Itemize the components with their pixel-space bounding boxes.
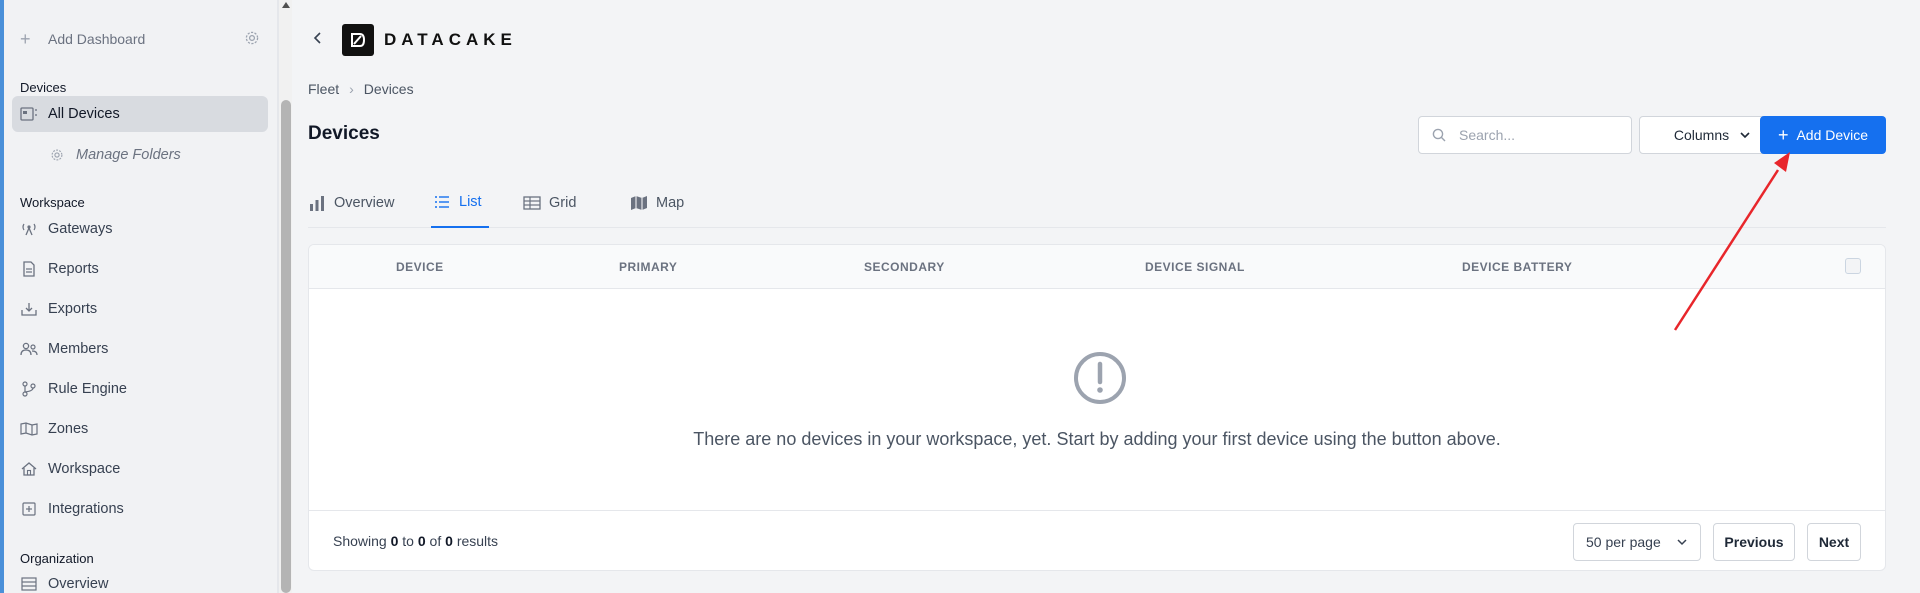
sidebar-scrollbar[interactable] <box>278 0 292 593</box>
results-word: results <box>456 533 499 549</box>
sidebar-item-zones[interactable]: Zones <box>12 411 268 447</box>
table-footer: Showing 0 to 0 of 0 results 50 per page … <box>309 510 1885 570</box>
add-device-button[interactable]: + Add Device <box>1760 116 1886 154</box>
column-header-device[interactable]: DEVICE <box>396 260 444 274</box>
search-icon <box>1432 128 1446 142</box>
gear-icon <box>48 146 66 164</box>
chevron-down-icon <box>1677 539 1687 546</box>
sidebar-item-rule-engine[interactable]: Rule Engine <box>12 371 268 407</box>
bar-chart-icon <box>310 196 324 211</box>
antenna-icon <box>20 220 38 238</box>
sidebar-item-label: Reports <box>48 261 99 277</box>
sidebar-item-label: Overview <box>48 576 109 592</box>
users-icon <box>20 340 38 358</box>
per-page-value: 50 per page <box>1586 534 1661 550</box>
main-content: DATACAKE Fleet › Devices Devices Columns… <box>292 0 1920 593</box>
sidebar-item-reports[interactable]: Reports <box>12 251 268 287</box>
next-page-button[interactable]: Next <box>1807 523 1861 561</box>
sidebar-item-label: All Devices <box>48 106 120 122</box>
previous-page-button[interactable]: Previous <box>1713 523 1795 561</box>
page-title: Devices <box>308 123 380 144</box>
sidebar-item-label: Rule Engine <box>48 381 127 397</box>
search-input[interactable] <box>1459 127 1619 143</box>
column-header-device-signal[interactable]: DEVICE SIGNAL <box>1145 260 1245 274</box>
columns-label: Columns <box>1673 127 1730 143</box>
breadcrumb-devices[interactable]: Devices <box>364 81 414 97</box>
of-word: of <box>429 533 442 549</box>
column-header-device-battery[interactable]: DEVICE BATTERY <box>1462 260 1572 274</box>
map-icon <box>20 420 38 438</box>
table-icon <box>20 575 38 593</box>
tab-label: Grid <box>549 195 577 211</box>
sidebar-item-overview[interactable]: Overview <box>12 566 268 593</box>
document-icon <box>20 260 38 278</box>
map-icon <box>631 196 647 210</box>
pagination-summary: Showing 0 to 0 of 0 results <box>333 533 498 549</box>
select-all-checkbox[interactable] <box>1845 258 1861 274</box>
sidebar-item-label: Workspace <box>48 461 121 477</box>
sidebar-item-label: Integrations <box>48 501 124 517</box>
search-box[interactable] <box>1418 116 1632 154</box>
sidebar-item-label: Gateways <box>48 221 113 237</box>
plus-icon: + <box>20 28 31 49</box>
sidebar: + Add Dashboard Devices All Devices Mana… <box>0 0 278 593</box>
sidebar-item-manage-folders[interactable]: Manage Folders <box>12 137 268 173</box>
sidebar-item-label: Members <box>48 341 109 357</box>
list-icon <box>435 196 449 208</box>
plus-icon: + <box>1777 125 1789 145</box>
scrollbar-thumb[interactable] <box>281 100 291 593</box>
showing-from: 0 <box>390 533 399 549</box>
section-workspace: Workspace <box>20 195 85 210</box>
to-word: to <box>402 533 414 549</box>
devices-table: DEVICE PRIMARY SECONDARY DEVICE SIGNAL D… <box>308 244 1886 571</box>
sidebar-item-workspace[interactable]: Workspace <box>12 451 268 487</box>
home-icon <box>20 460 38 478</box>
add-device-label: Add Device <box>1796 127 1869 143</box>
breadcrumb: Fleet › Devices <box>308 81 414 97</box>
back-chevron-icon[interactable] <box>310 30 326 46</box>
tab-grid[interactable]: Grid <box>523 178 576 228</box>
scroll-up-arrow-icon[interactable] <box>282 2 290 8</box>
tab-list[interactable]: List <box>431 178 489 228</box>
sidebar-item-integrations[interactable]: Integrations <box>12 491 268 527</box>
column-header-primary[interactable]: PRIMARY <box>619 260 677 274</box>
column-header-secondary[interactable]: SECONDARY <box>864 260 945 274</box>
sidebar-item-exports[interactable]: Exports <box>12 291 268 327</box>
tab-label: List <box>459 194 482 210</box>
showing-total: 0 <box>445 533 453 549</box>
showing-prefix: Showing <box>333 533 387 549</box>
table-header: DEVICE PRIMARY SECONDARY DEVICE SIGNAL D… <box>309 245 1885 289</box>
tab-overview[interactable]: Overview <box>308 178 394 228</box>
sidebar-item-label: Exports <box>48 301 98 317</box>
empty-state-message: There are no devices in your workspace, … <box>693 429 1501 449</box>
plus-box-icon <box>20 500 38 518</box>
section-devices: Devices <box>20 80 67 95</box>
chevron-down-icon <box>1740 132 1750 139</box>
sidebar-item-gateways[interactable]: Gateways <box>12 211 268 247</box>
tab-label: Map <box>656 195 685 211</box>
view-tabs: Overview List Grid Map <box>308 178 1886 228</box>
showing-to: 0 <box>417 533 426 549</box>
sidebar-item-label: Manage Folders <box>76 147 181 163</box>
chevron-right-icon: › <box>349 81 354 97</box>
add-dashboard-label: Add Dashboard <box>48 31 146 47</box>
device-icon <box>20 105 38 123</box>
brand-name: DATACAKE <box>384 30 517 49</box>
branch-icon <box>20 380 38 398</box>
section-organization: Organization <box>20 551 94 566</box>
exclamation-circle-icon <box>1074 352 1126 404</box>
gear-icon[interactable] <box>244 30 260 46</box>
grid-icon <box>523 196 541 210</box>
sidebar-item-members[interactable]: Members <box>12 331 268 367</box>
sidebar-item-all-devices[interactable]: All Devices <box>12 96 268 132</box>
add-dashboard-button[interactable]: + Add Dashboard <box>20 28 260 50</box>
tab-map[interactable]: Map <box>630 178 684 228</box>
tab-label: Overview <box>334 195 395 211</box>
breadcrumb-fleet[interactable]: Fleet <box>308 81 339 97</box>
per-page-select[interactable]: 50 per page <box>1573 523 1701 561</box>
datacake-logo-icon <box>342 24 374 56</box>
download-tray-icon <box>20 300 38 318</box>
sidebar-item-label: Zones <box>48 421 89 437</box>
window-frame-edge <box>0 0 4 593</box>
